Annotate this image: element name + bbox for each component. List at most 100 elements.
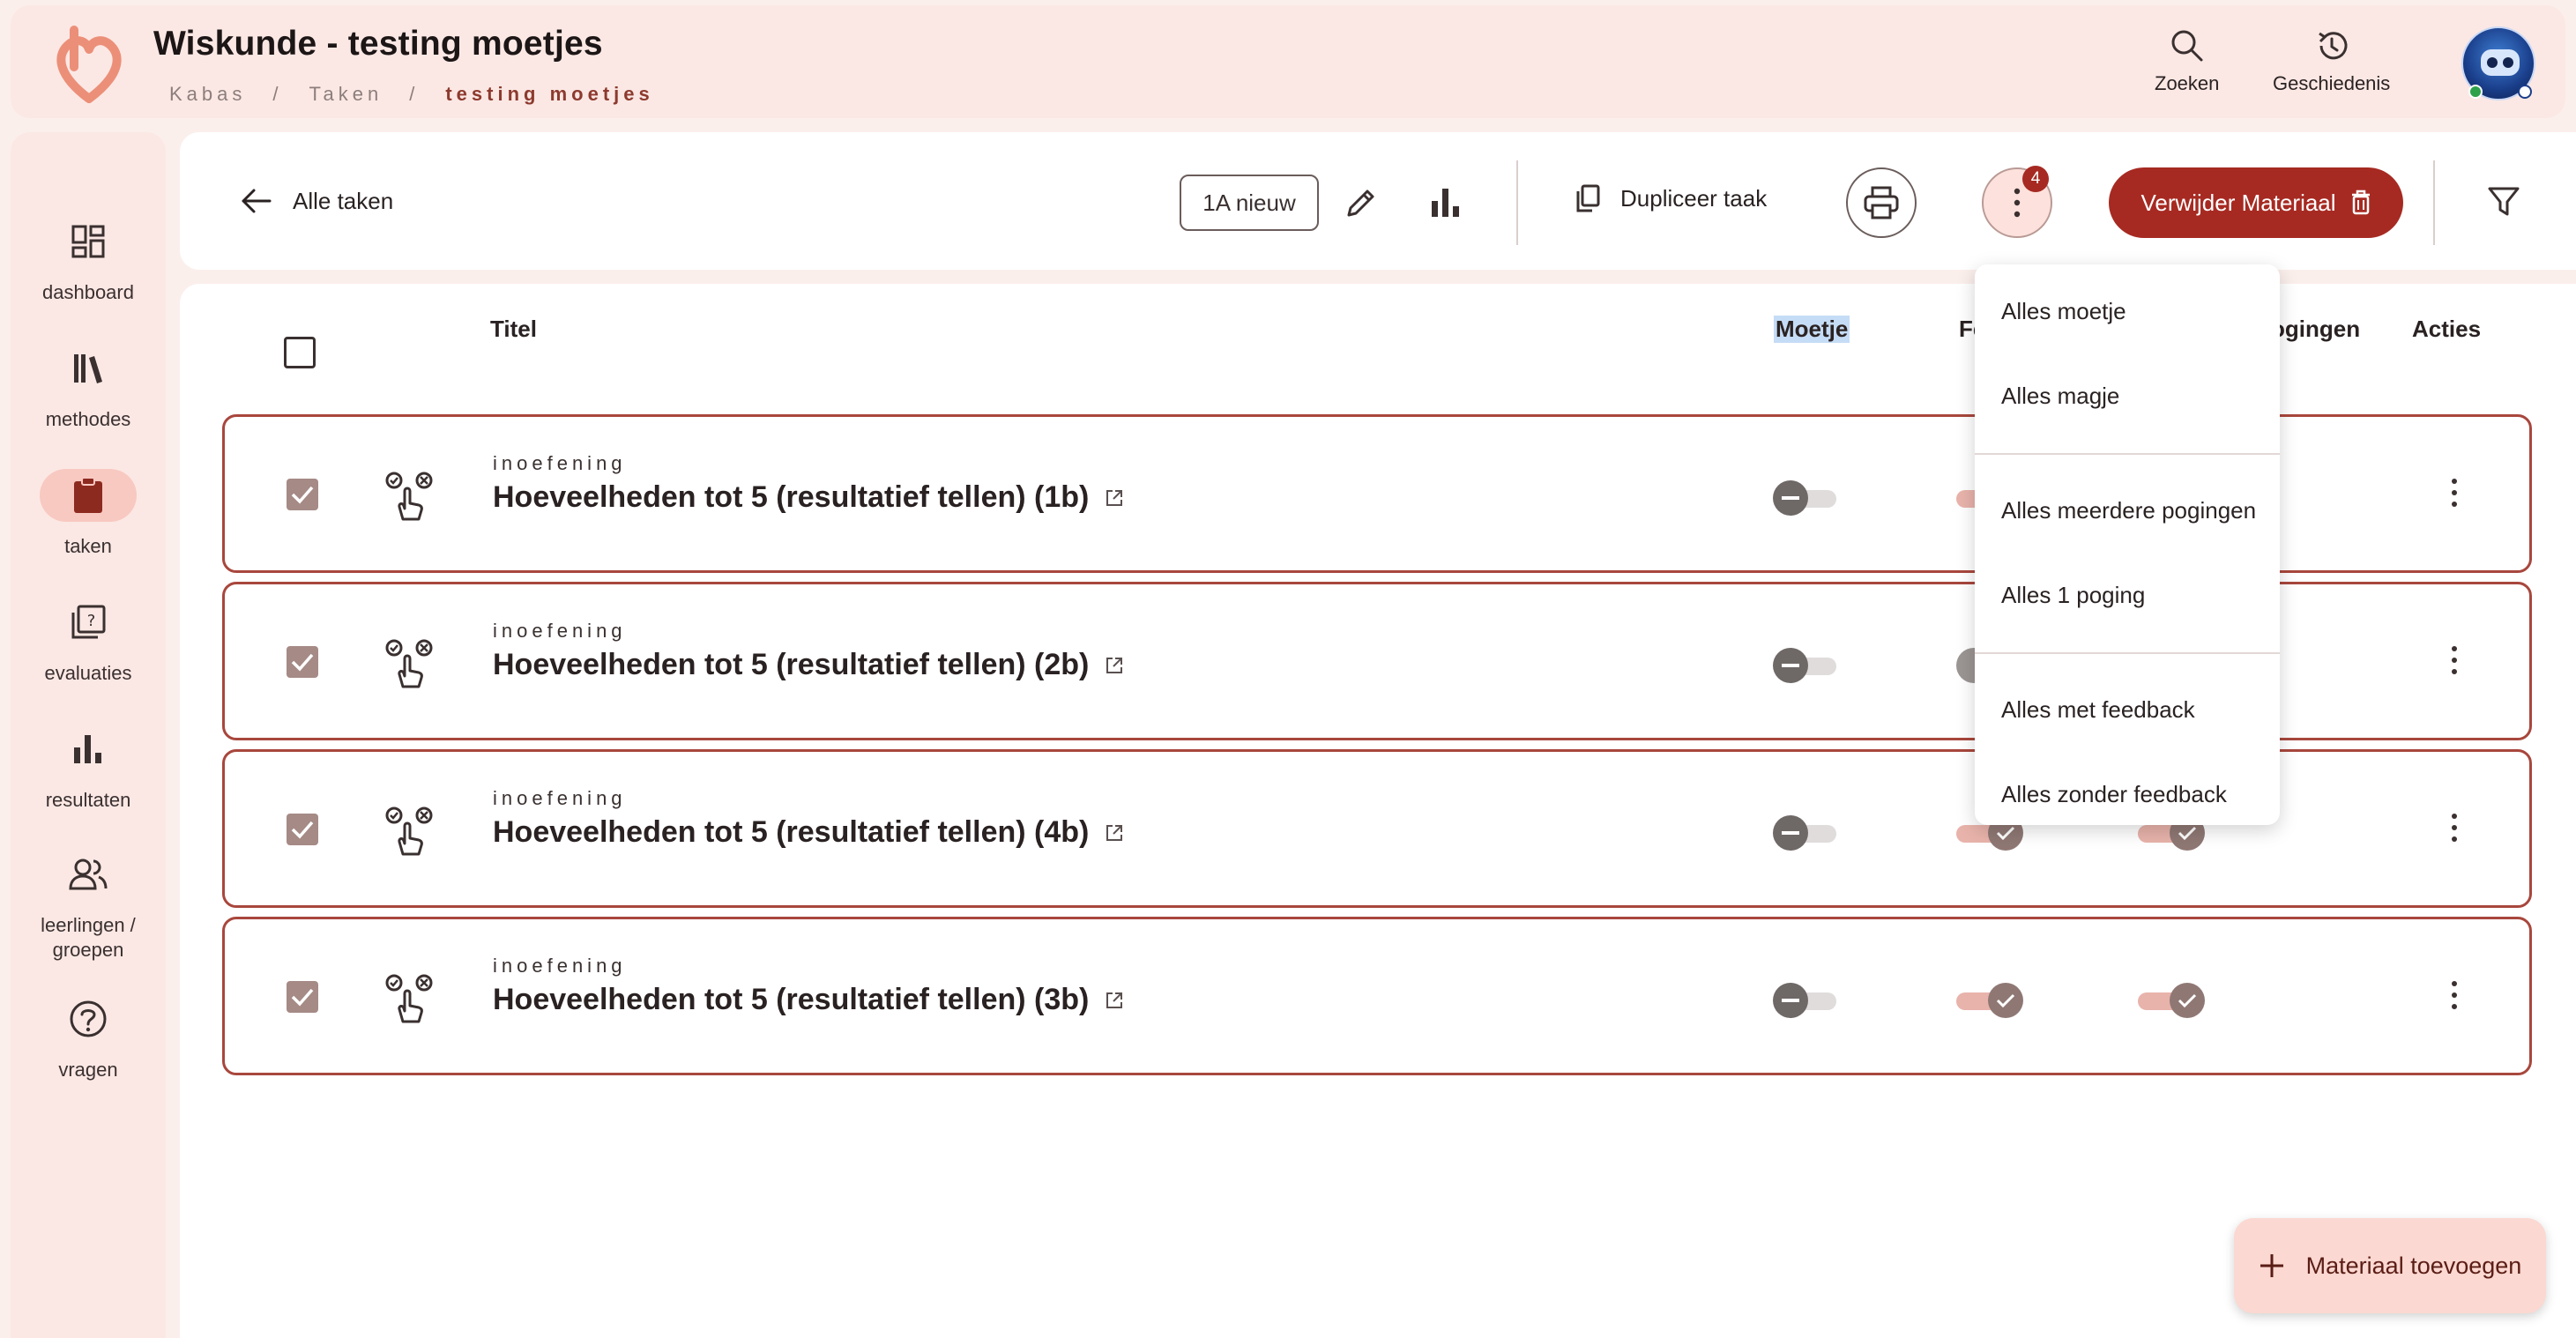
external-link-icon[interactable]	[1105, 823, 1124, 843]
menu-item-all-without-feedback[interactable]: Alles zonder feedback	[2001, 781, 2227, 808]
breadcrumb: Kabas / Taken / testing moetjes	[169, 83, 654, 106]
check-icon	[291, 821, 314, 839]
sidebar-item-resultaten[interactable]: resultaten	[11, 723, 166, 813]
external-link-icon[interactable]	[1105, 656, 1124, 675]
statistics-button[interactable]	[1428, 185, 1463, 220]
sidebar-item-label: dashboard	[42, 281, 134, 303]
menu-item-all-magje[interactable]: Alles magje	[2001, 383, 2119, 410]
books-icon	[62, 342, 115, 395]
search-label: Zoeken	[2155, 72, 2220, 94]
external-link-icon[interactable]	[1105, 991, 1124, 1010]
trash-icon	[2350, 190, 2371, 216]
practice-exercise-icon	[383, 639, 435, 690]
row-checkbox[interactable]	[287, 479, 318, 510]
back-to-all-tasks-link[interactable]: Alle taken	[238, 183, 393, 219]
task-kind: inoefening	[493, 620, 627, 642]
menu-divider	[1975, 652, 2280, 654]
filter-button[interactable]	[2486, 183, 2521, 219]
task-title[interactable]: Hoeveelheden tot 5 (resultatief tellen) …	[493, 648, 1124, 682]
breadcrumb-taken[interactable]: Taken	[309, 83, 383, 106]
delete-label: Verwijder Materiaal	[2140, 189, 2336, 216]
menu-item-all-single-attempt[interactable]: Alles 1 poging	[2001, 582, 2145, 609]
row-checkbox[interactable]	[287, 646, 318, 678]
clipboard-icon	[40, 469, 137, 522]
selection-count-badge: 4	[2022, 166, 2049, 192]
duplicate-task-button[interactable]: Dupliceer taak	[1575, 183, 1767, 213]
top-header: Wiskunde - testing moetjes Kabas / Taken…	[11, 5, 2565, 118]
more-vertical-icon	[2452, 646, 2457, 674]
add-material-label: Materiaal toevoegen	[2305, 1252, 2522, 1279]
column-header-moetje[interactable]: Moetje	[1774, 316, 1850, 343]
app-logo[interactable]	[49, 23, 129, 108]
more-vertical-icon	[2013, 187, 2021, 219]
arrow-left-icon	[238, 183, 273, 219]
menu-item-all-multiple-attempts[interactable]: Alles meerdere pogingen	[2001, 497, 2256, 524]
row-checkbox[interactable]	[287, 814, 318, 845]
row-checkbox[interactable]	[287, 981, 318, 1013]
external-link-icon[interactable]	[1105, 488, 1124, 508]
more-vertical-icon	[2452, 479, 2457, 507]
column-header-actions: Acties	[2412, 316, 2482, 342]
task-title-text: Hoeveelheden tot 5 (resultatief tellen) …	[493, 648, 1090, 681]
printer-icon	[1863, 185, 1900, 220]
svg-text:?: ?	[87, 612, 96, 630]
moetje-toggle[interactable]	[1773, 648, 1840, 683]
attempts-toggle[interactable]	[2138, 983, 2205, 1018]
sidebar-item-vragen[interactable]: vragen	[11, 992, 166, 1082]
bar-chart-icon	[1428, 185, 1463, 220]
sidebar-item-evaluaties[interactable]: ? evaluaties	[11, 596, 166, 686]
bar-chart-icon	[62, 723, 115, 776]
plus-icon	[2259, 1253, 2285, 1279]
breadcrumb-separator: /	[272, 83, 283, 105]
search-button[interactable]: Zoeken	[2155, 28, 2219, 95]
moetje-toggle[interactable]	[1773, 480, 1840, 516]
practice-exercise-icon	[383, 974, 435, 1025]
task-title[interactable]: Hoeveelheden tot 5 (resultatief tellen) …	[493, 480, 1124, 515]
select-all-checkbox[interactable]	[284, 337, 316, 368]
avatar[interactable]	[2461, 26, 2535, 100]
group-chip[interactable]: 1A nieuw	[1180, 175, 1319, 231]
task-kind: inoefening	[493, 787, 627, 809]
bulk-options-menu: Alles moetje Alles magje Alles meerdere …	[1975, 264, 2280, 825]
sidebar-item-dashboard[interactable]: dashboard	[11, 215, 166, 305]
menu-item-all-with-feedback[interactable]: Alles met feedback	[2001, 696, 2195, 724]
toggle-knob-check-icon	[2170, 983, 2205, 1018]
toolbar-divider	[2433, 160, 2435, 245]
task-title-text: Hoeveelheden tot 5 (resultatief tellen) …	[493, 983, 1090, 1016]
filter-icon	[2486, 183, 2521, 219]
toggle-knob-minus-icon	[1773, 648, 1808, 683]
sidebar-item-leerlingen[interactable]: leerlingen / groepen	[11, 848, 166, 963]
row-actions-menu-button[interactable]	[2450, 979, 2459, 1011]
question-icon	[62, 992, 115, 1045]
check-icon	[291, 653, 314, 672]
task-title[interactable]: Hoeveelheden tot 5 (resultatief tellen) …	[493, 815, 1124, 850]
feedback-toggle[interactable]	[1956, 983, 2023, 1018]
task-kind: inoefening	[493, 955, 627, 977]
sidebar-item-label: resultaten	[45, 789, 131, 811]
column-header-attempts[interactable]: ogingen	[2271, 316, 2360, 343]
column-header-title[interactable]: Titel	[490, 316, 537, 343]
sidebar-item-taken[interactable]: taken	[11, 469, 166, 559]
moetje-toggle[interactable]	[1773, 983, 1840, 1018]
print-button[interactable]	[1846, 167, 1917, 238]
toggle-knob-check-icon	[1988, 983, 2023, 1018]
row-actions-menu-button[interactable]	[2450, 644, 2459, 676]
breadcrumb-current: testing moetjes	[445, 83, 654, 105]
history-button[interactable]: Geschiedenis	[2273, 28, 2390, 95]
toggle-knob-minus-icon	[1773, 480, 1808, 516]
add-material-button[interactable]: Materiaal toevoegen	[2234, 1218, 2546, 1313]
task-title[interactable]: Hoeveelheden tot 5 (resultatief tellen) …	[493, 983, 1124, 1017]
sidebar-item-label-line2: groepen	[52, 939, 124, 961]
edit-button[interactable]	[1344, 185, 1379, 220]
row-actions-menu-button[interactable]	[2450, 812, 2459, 844]
breadcrumb-kabas[interactable]: Kabas	[169, 83, 246, 106]
moetje-toggle[interactable]	[1773, 815, 1840, 851]
menu-item-all-moetje[interactable]: Alles moetje	[2001, 298, 2126, 325]
delete-material-button[interactable]: Verwijder Materiaal	[2109, 167, 2403, 238]
row-actions-menu-button[interactable]	[2450, 477, 2459, 509]
table-row[interactable]: inoefening Hoeveelheden tot 5 (resultati…	[222, 917, 2532, 1075]
sidebar-item-label: evaluaties	[44, 662, 132, 684]
sidebar-item-label: vragen	[58, 1059, 118, 1081]
sidebar-item-methodes[interactable]: methodes	[11, 342, 166, 432]
sidebar: dashboard methodes taken ? evaluaties re…	[11, 132, 166, 1338]
